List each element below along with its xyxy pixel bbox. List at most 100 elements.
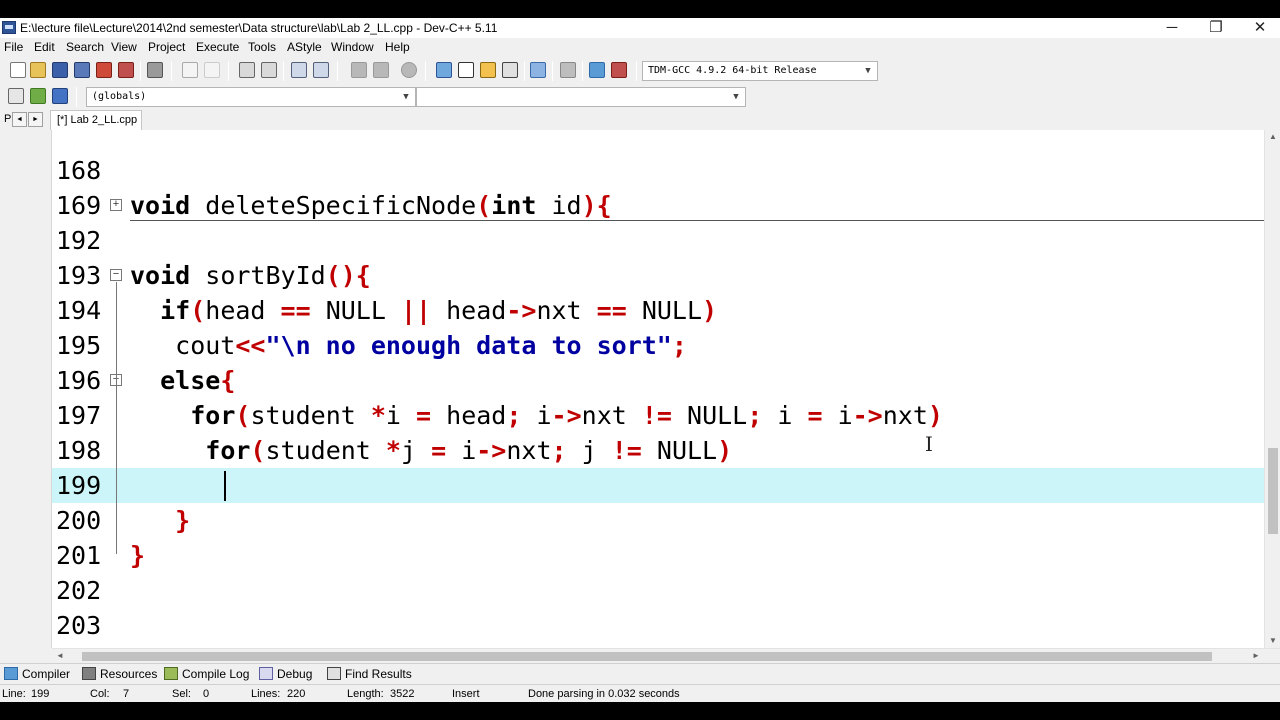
bookmark-icon[interactable] (401, 62, 417, 78)
compiler-select[interactable]: TDM-GCC 4.9.2 64-bit Release ▼ (642, 61, 878, 81)
tab-compiler[interactable]: Compiler (4, 667, 70, 681)
code-line[interactable]: 203 (52, 608, 1264, 643)
minimize-button[interactable]: ─ (1150, 18, 1194, 38)
code-token: head (431, 401, 507, 430)
tab-lab-2-ll-cpp[interactable]: [*] Lab 2_LL.cpp (50, 110, 142, 130)
code-token: -> (476, 436, 507, 465)
open-folder-icon[interactable] (30, 62, 46, 78)
menu-execute[interactable]: Execute (196, 40, 239, 54)
menu-tools[interactable]: Tools (248, 40, 276, 54)
code-text: for(student *i = head; i->nxt != NULL; i… (130, 398, 943, 433)
restore-button[interactable]: ❐ (1194, 18, 1238, 38)
project-panel-label[interactable]: P (4, 113, 11, 125)
grid-icon[interactable] (502, 62, 518, 78)
code-line[interactable]: 192 (52, 223, 1264, 258)
menu-bar: File Edit Search View Project Execute To… (0, 38, 1280, 57)
menu-view[interactable]: View (111, 40, 137, 54)
tab-next-icon[interactable]: ► (28, 112, 43, 127)
stop-execution-icon[interactable] (560, 62, 576, 78)
tab-compile-log[interactable]: Compile Log (164, 667, 249, 681)
replace-icon[interactable] (261, 62, 277, 78)
tab-prev-icon[interactable]: ◄ (12, 112, 27, 127)
code-text: else{ (130, 363, 235, 398)
code-line[interactable]: 194 if(head == NULL || head->nxt == NULL… (52, 293, 1264, 328)
fold-expand-icon[interactable]: + (110, 199, 122, 211)
fold-collapse-icon[interactable]: − (110, 269, 122, 281)
code-token: j (566, 436, 612, 465)
toolbar-separator (524, 61, 525, 81)
menu-window[interactable]: Window (331, 40, 374, 54)
save-all-icon[interactable] (74, 62, 90, 78)
goto-forward-icon[interactable] (373, 62, 389, 78)
devcpp-app-icon (2, 21, 16, 34)
save-icon[interactable] (52, 62, 68, 78)
code-line[interactable]: 169 + void deleteSpecificNode(int id){ (52, 188, 1264, 223)
scope-select-value: (globals) (92, 91, 147, 102)
goto-back-icon[interactable] (351, 62, 367, 78)
code-token: i (822, 401, 853, 430)
close-file-icon[interactable] (96, 62, 112, 78)
close-all-icon[interactable] (118, 62, 134, 78)
line-number: 199 (56, 471, 102, 500)
code-token: nxt (581, 401, 642, 430)
code-line[interactable]: 195 cout<<"\n no enough data to sort"; (52, 328, 1264, 363)
vertical-scroll-thumb[interactable] (1268, 448, 1278, 534)
new-file-icon[interactable] (10, 62, 26, 78)
indent-icon[interactable] (291, 62, 307, 78)
undo-icon[interactable] (182, 62, 198, 78)
code-text: for(student *j = i->nxt; j != NULL) (130, 433, 732, 468)
compiler-select-value: TDM-GCC 4.9.2 64-bit Release (648, 65, 817, 76)
chevron-down-icon: ▼ (865, 66, 871, 76)
code-line[interactable]: 196− else{ (52, 363, 1264, 398)
code-text: void sortById(){ (130, 258, 371, 293)
code-token: if (160, 296, 191, 325)
menu-project[interactable]: Project (148, 40, 185, 54)
code-editor[interactable]: 168 169 + void deleteSpecificNode(int id){1… (52, 130, 1280, 648)
menu-file[interactable]: File (4, 40, 23, 54)
menu-astyle[interactable]: AStyle (287, 40, 322, 54)
scroll-down-icon[interactable]: ▼ (1265, 636, 1280, 645)
project-options-icon[interactable] (458, 62, 474, 78)
horizontal-scroll-thumb[interactable] (82, 652, 1212, 661)
new-project-icon[interactable] (436, 62, 452, 78)
code-text: if(head == NULL || head->nxt == NULL) (130, 293, 717, 328)
tab-resources[interactable]: Resources (82, 667, 157, 681)
code-line[interactable]: 168 (52, 153, 1264, 188)
menu-help[interactable]: Help (385, 40, 410, 54)
toggle-bookmark-icon[interactable] (30, 88, 46, 104)
code-token: i (446, 436, 477, 465)
unindent-icon[interactable] (313, 62, 329, 78)
goto-bookmark-icon[interactable] (52, 88, 68, 104)
member-select[interactable]: ▼ (416, 87, 746, 107)
menu-search[interactable]: Search (66, 40, 104, 54)
scroll-up-icon[interactable]: ▲ (1265, 132, 1280, 141)
print-icon[interactable] (147, 62, 163, 78)
code-token: ) (702, 296, 718, 325)
tab-find-results[interactable]: Find Results (327, 667, 412, 681)
menu-edit[interactable]: Edit (34, 40, 55, 54)
delete-profile-icon[interactable] (611, 62, 627, 78)
code-line[interactable]: 198 for(student *j = i->nxt; j != NULL) (52, 433, 1264, 468)
tab-debug[interactable]: Debug (259, 667, 312, 681)
vertical-scrollbar[interactable]: ▲ ▼ (1264, 130, 1280, 648)
profile-chart-icon[interactable] (589, 62, 605, 78)
scroll-left-icon[interactable]: ◄ (52, 651, 68, 660)
close-button[interactable]: ✕ (1238, 18, 1280, 38)
code-text: } (130, 538, 145, 573)
redo-icon[interactable] (204, 62, 220, 78)
insert-icon[interactable] (8, 88, 24, 104)
code-line[interactable]: 199 (52, 468, 1264, 503)
horizontal-scrollbar[interactable]: ◄ ► (52, 648, 1280, 663)
code-line[interactable]: 202 (52, 573, 1264, 608)
scroll-right-icon[interactable]: ► (1248, 651, 1264, 660)
class-browser-icon[interactable] (480, 62, 496, 78)
scope-select[interactable]: (globals) ▼ (86, 87, 416, 107)
code-line[interactable]: 200 } (52, 503, 1264, 538)
code-line[interactable]: 193− void sortById(){ (52, 258, 1264, 293)
check-syntax-icon[interactable] (530, 62, 546, 78)
line-number: 203 (56, 611, 102, 640)
code-line[interactable]: 201} (52, 538, 1264, 573)
class-toolbar: (globals) ▼ ▼ (0, 84, 760, 110)
code-line[interactable]: 197 for(student *i = head; i->nxt != NUL… (52, 398, 1264, 433)
find-icon[interactable] (239, 62, 255, 78)
